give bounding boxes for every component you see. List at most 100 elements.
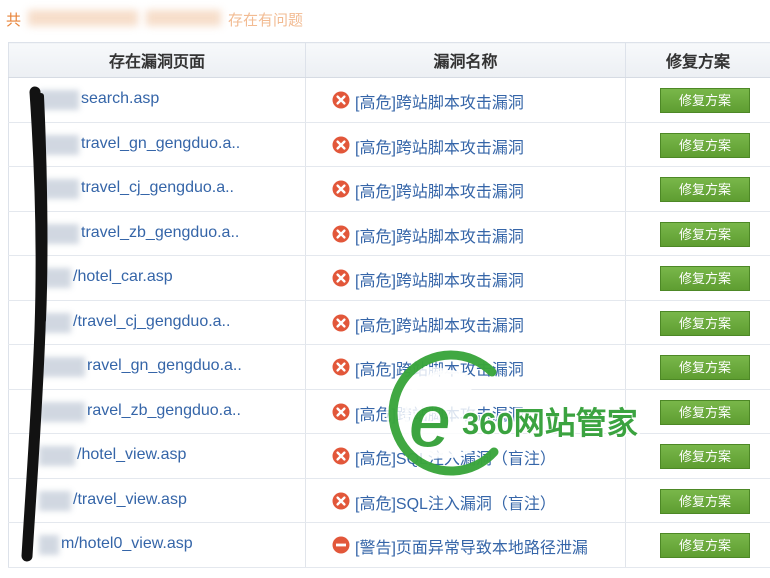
error-x-icon — [332, 314, 350, 332]
cell-fix: 修复方案 — [625, 522, 770, 568]
cell-fix: 修复方案 — [625, 166, 770, 212]
page-redaction — [39, 223, 79, 244]
vuln-name-link[interactable]: [高危]跨站脚本攻击漏洞 — [355, 89, 524, 113]
page-redaction — [39, 268, 71, 288]
fix-button[interactable]: 修复方案 — [660, 88, 750, 113]
fix-button[interactable]: 修复方案 — [660, 444, 750, 469]
fix-button[interactable]: 修复方案 — [660, 488, 750, 514]
cell-page: /hotel_car.asp — [8, 255, 306, 301]
page-redaction — [39, 357, 85, 377]
cell-fix: 修复方案 — [625, 77, 770, 123]
table-row: /travel_view.asp [高危]SQL注入漏洞（盲注） 修复方案 — [8, 478, 770, 523]
vuln-name-link[interactable]: [高危]跨站脚本攻击漏洞 — [355, 178, 524, 202]
error-x-icon — [332, 447, 350, 465]
fix-button[interactable]: 修复方案 — [660, 533, 750, 558]
cell-vuln: [高危]跨站脚本攻击漏洞 — [305, 255, 626, 301]
cell-vuln: [高危]跨站脚本攻击漏洞 — [305, 300, 626, 345]
cell-vuln: [高危]跨站脚本攻击漏洞 — [305, 77, 626, 123]
cell-page: ravel_gn_gengduo.a.. — [8, 344, 306, 390]
table-row: search.asp [高危]跨站脚本攻击漏洞 修复方案 — [8, 77, 770, 123]
page-link[interactable]: /hotel_view.asp — [77, 446, 186, 464]
page-redaction — [39, 535, 59, 555]
cell-fix: 修复方案 — [625, 478, 770, 523]
fix-button[interactable]: 修复方案 — [660, 355, 750, 380]
vuln-name-link[interactable]: [高危]跨站脚本攻击漏洞 — [355, 401, 524, 425]
error-x-icon — [332, 492, 350, 510]
table-row: /hotel_view.asp [高危]SQL注入漏洞（盲注） 修复方案 — [8, 433, 770, 479]
cell-vuln: [警告]页面异常导致本地路径泄漏 — [305, 522, 626, 568]
vuln-name-link[interactable]: [高危]跨站脚本攻击漏洞 — [355, 223, 524, 247]
cell-vuln: [高危]跨站脚本攻击漏洞 — [305, 211, 626, 256]
page-redaction — [39, 401, 85, 422]
table-row: /travel_cj_gengduo.a.. [高危]跨站脚本攻击漏洞 修复方案 — [8, 300, 770, 345]
error-x-icon — [332, 180, 350, 198]
vuln-name-link[interactable]: [高危]跨站脚本攻击漏洞 — [355, 134, 524, 158]
fix-button[interactable]: 修复方案 — [660, 266, 750, 291]
cell-vuln: [高危]跨站脚本攻击漏洞 — [305, 344, 626, 390]
cell-fix: 修复方案 — [625, 389, 770, 434]
cell-page: ravel_zb_gengduo.a.. — [8, 389, 306, 434]
page-link[interactable]: travel_cj_gengduo.a.. — [81, 179, 234, 197]
page-link[interactable]: /travel_cj_gengduo.a.. — [73, 313, 230, 331]
page-redaction — [39, 134, 79, 155]
cell-page: /travel_cj_gengduo.a.. — [8, 300, 306, 345]
vuln-name-link[interactable]: [高危]跨站脚本攻击漏洞 — [355, 356, 524, 380]
fix-button[interactable]: 修复方案 — [660, 132, 750, 158]
page-redaction — [39, 312, 71, 333]
table-row: /hotel_car.asp [高危]跨站脚本攻击漏洞 修复方案 — [8, 255, 770, 301]
vuln-name-link[interactable]: [高危]跨站脚本攻击漏洞 — [355, 312, 524, 336]
table-body: search.asp [高危]跨站脚本攻击漏洞 修复方案 travel_gn_geng… — [8, 77, 770, 568]
table-row: ravel_gn_gengduo.a.. [高危]跨站脚本攻击漏洞 修复方案 — [8, 344, 770, 390]
table-row: m/hotel0_view.asp [警告]页面异常导致本地路径泄漏 修复方案 — [8, 522, 770, 568]
cell-vuln: [高危]SQL注入漏洞（盲注） — [305, 478, 626, 523]
table-row: travel_zb_gengduo.a.. [高危]跨站脚本攻击漏洞 修复方案 — [8, 211, 770, 256]
vuln-name-link[interactable]: [高危]SQL注入漏洞（盲注） — [355, 490, 556, 514]
error-x-icon — [332, 358, 350, 376]
cell-page: travel_gn_gengduo.a.. — [8, 122, 306, 167]
cell-vuln: [高危]跨站脚本攻击漏洞 — [305, 166, 626, 212]
page-link[interactable]: m/hotel0_view.asp — [61, 535, 193, 553]
summary-suffix: 存在有问题 — [228, 12, 304, 29]
cell-vuln: [高危]跨站脚本攻击漏洞 — [305, 389, 626, 434]
cell-page: travel_cj_gengduo.a.. — [8, 166, 306, 212]
cell-page: travel_zb_gengduo.a.. — [8, 211, 306, 256]
error-x-icon — [332, 91, 350, 109]
page-redaction — [39, 90, 79, 110]
fix-button[interactable]: 修复方案 — [660, 310, 750, 336]
table-row: travel_cj_gengduo.a.. [高危]跨站脚本攻击漏洞 修复方案 — [8, 166, 770, 212]
cell-fix: 修复方案 — [625, 122, 770, 167]
page-link[interactable]: travel_gn_gengduo.a.. — [81, 135, 240, 153]
page-redaction — [39, 490, 71, 511]
table-header-row: 存在漏洞页面 漏洞名称 修复方案 — [8, 42, 770, 78]
fix-button[interactable]: 修复方案 — [660, 399, 750, 425]
cell-page: m/hotel0_view.asp — [8, 522, 306, 568]
cell-page: /travel_view.asp — [8, 478, 306, 523]
cell-fix: 修复方案 — [625, 255, 770, 301]
header-page: 存在漏洞页面 — [8, 42, 306, 78]
summary-line: 共 存在有问题 — [6, 7, 336, 31]
fix-button[interactable]: 修复方案 — [660, 177, 750, 202]
page-link[interactable]: ravel_zb_gengduo.a.. — [87, 402, 241, 420]
vuln-name-link[interactable]: [警告]页面异常导致本地路径泄漏 — [355, 534, 588, 558]
header-vuln-name: 漏洞名称 — [305, 42, 626, 78]
page-link[interactable]: ravel_gn_gengduo.a.. — [87, 357, 242, 375]
vulnerability-table: 存在漏洞页面 漏洞名称 修复方案 search.asp [高危]跨站脚本攻击漏洞修… — [8, 42, 770, 568]
vuln-name-link[interactable]: [高危]SQL注入漏洞（盲注） — [355, 445, 556, 469]
cell-page: /hotel_view.asp — [8, 433, 306, 479]
cell-vuln: [高危]跨站脚本攻击漏洞 — [305, 122, 626, 167]
page-link[interactable]: travel_zb_gengduo.a.. — [81, 224, 239, 242]
cell-fix: 修复方案 — [625, 211, 770, 256]
error-x-icon — [332, 225, 350, 243]
page-redaction — [39, 446, 75, 466]
error-x-icon — [332, 136, 350, 154]
cell-fix: 修复方案 — [625, 300, 770, 345]
page-link[interactable]: /travel_view.asp — [73, 491, 187, 509]
error-x-icon — [332, 269, 350, 287]
header-fix: 修复方案 — [625, 42, 770, 78]
summary-redaction — [28, 10, 138, 26]
fix-button[interactable]: 修复方案 — [660, 221, 750, 247]
table-row: ravel_zb_gengduo.a.. [高危]跨站脚本攻击漏洞 修复方案 — [8, 389, 770, 434]
page-link[interactable]: /hotel_car.asp — [73, 268, 173, 286]
page-link[interactable]: search.asp — [81, 90, 159, 108]
vuln-name-link[interactable]: [高危]跨站脚本攻击漏洞 — [355, 267, 524, 291]
